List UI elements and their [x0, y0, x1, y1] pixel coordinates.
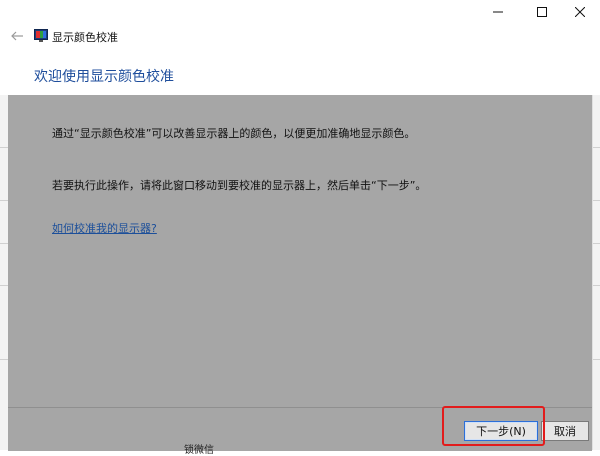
close-button[interactable] [562, 0, 598, 24]
navigation-bar: 显示颜色校准 [0, 24, 600, 48]
back-arrow-icon [11, 31, 23, 41]
highlight-annotation [442, 406, 545, 446]
display-calibration-icon [34, 29, 48, 42]
app-title: 显示颜色校准 [52, 31, 118, 44]
title-bar [0, 0, 600, 24]
maximize-button[interactable] [524, 0, 560, 24]
instruction-paragraph: 若要执行此操作，请将此窗口移动到要校准的显示器上，然后单击“下一步”。 [52, 179, 427, 192]
intro-paragraph: 通过“显示颜色校准”可以改善显示器上的颜色，以便更加准确地显示颜色。 [52, 127, 416, 140]
maximize-icon [537, 7, 547, 17]
back-button[interactable] [8, 27, 26, 45]
content-area: 通过“显示颜色校准”可以改善显示器上的颜色，以便更加准确地显示颜色。 若要执行此… [8, 95, 592, 407]
close-icon [575, 7, 585, 17]
page-heading: 欢迎使用显示颜色校准 [34, 69, 174, 85]
minimize-icon [493, 11, 503, 13]
help-link[interactable]: 如何校准我的显示器? [52, 220, 157, 236]
minimize-button[interactable] [480, 0, 516, 24]
background-text-fragment: 锁微信 [184, 445, 214, 456]
background-window-edge-right [592, 95, 600, 450]
cancel-button[interactable]: 取消 [541, 421, 589, 441]
calibration-window: 显示颜色校准 欢迎使用显示颜色校准 通过“显示颜色校准”可以改善显示器上的颜色，… [0, 0, 600, 456]
